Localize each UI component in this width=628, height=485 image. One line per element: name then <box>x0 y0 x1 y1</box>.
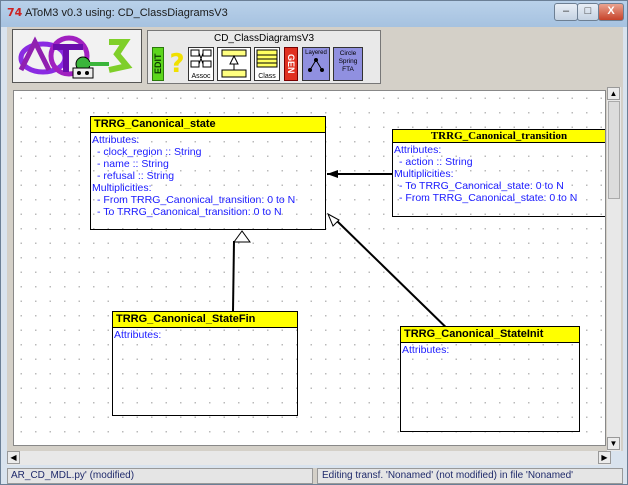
class-button[interactable]: Class <box>254 47 280 81</box>
class-name: TRRG_Canonical_state <box>91 117 325 133</box>
class-trrg-canonical-state[interactable]: TRRG_Canonical_state Attributes: - clock… <box>90 116 326 230</box>
minimize-button[interactable]: – <box>554 3 578 21</box>
association-icon <box>190 49 212 68</box>
atom3-app-icon: 74 <box>7 6 23 19</box>
class-trrg-canonical-statefin[interactable]: TRRG_Canonical_StateFin Attributes: <box>112 311 298 416</box>
gen-button-label: GEN <box>286 54 296 74</box>
toolbar: CD_ClassDiagramsV3 EDIT ? Assoc Class GE… <box>7 27 623 87</box>
atom3-logo-icon <box>18 35 133 79</box>
diagram-area: TRRG_Canonical_state Attributes: - clock… <box>7 87 623 451</box>
tree-layout-icon <box>308 58 324 72</box>
attributes-label: Attributes: <box>394 144 442 156</box>
class-name: TRRG_Canonical_StateInit <box>401 327 579 343</box>
button-panel: CD_ClassDiagramsV3 EDIT ? Assoc Class GE… <box>147 30 381 84</box>
multiplicities-label: Multiplicities: <box>92 182 152 194</box>
title-bar[interactable]: 74 AToM3 v0.3 using: CD_ClassDiagramsV3 … <box>1 1 627 27</box>
attribute-line: - name :: String <box>97 158 169 170</box>
class-trrg-canonical-stateinit[interactable]: TRRG_Canonical_StateInit Attributes: <box>400 326 580 432</box>
statefin-inheritance-line[interactable] <box>232 240 235 312</box>
vertical-scrollbar[interactable]: ▲ ▼ <box>607 87 621 451</box>
gen-button[interactable]: GEN <box>284 47 298 81</box>
attributes-label: Attributes: <box>114 329 162 341</box>
window-title: AToM3 v0.3 using: CD_ClassDiagramsV3 <box>25 7 228 19</box>
class-name: TRRG_Canonical_transition <box>393 130 605 143</box>
app-window: 74 AToM3 v0.3 using: CD_ClassDiagramsV3 … <box>0 0 628 485</box>
vertical-scroll-thumb[interactable] <box>608 101 620 199</box>
status-file: AR_CD_MDL.py' (modified) <box>7 468 313 484</box>
edit-button[interactable]: EDIT <box>152 47 164 81</box>
layered-layout-button[interactable]: Layered <box>302 47 330 81</box>
multiplicity-line: - From TRRG_Canonical_transition: 0 to N <box>97 194 296 206</box>
panel-title: CD_ClassDiagramsV3 <box>213 33 315 44</box>
inheritance-button[interactable] <box>217 47 251 81</box>
inheritance-triangle-icon <box>233 230 251 243</box>
horizontal-scrollbar[interactable]: ◀ ▶ <box>7 451 611 465</box>
atom3-logo[interactable] <box>12 29 142 83</box>
status-editing: Editing transf. 'Nonamed' (not modified)… <box>317 468 623 484</box>
circle-spring-fta-button[interactable]: Circle Spring FTA <box>333 47 363 81</box>
class-trrg-canonical-transition[interactable]: TRRG_Canonical_transition Attributes: - … <box>392 129 605 217</box>
attribute-line: - action :: String <box>399 156 473 168</box>
scroll-down-icon[interactable]: ▼ <box>607 437 620 450</box>
multiplicity-line: - From TRRG_Canonical_state: 0 to N <box>399 192 578 204</box>
multiplicity-line: - To TRRG_Canonical_state: 0 to N <box>399 180 564 192</box>
diagram-canvas[interactable]: TRRG_Canonical_state Attributes: - clock… <box>13 90 606 446</box>
edit-button-label: EDIT <box>153 53 163 75</box>
close-button[interactable]: X <box>598 3 624 21</box>
attribute-line: - clock_region :: String <box>97 146 202 158</box>
multiplicity-line: - To TRRG_Canonical_transition: 0 to N <box>97 206 282 218</box>
circle-button-label: Circle Spring FTA <box>338 50 358 73</box>
status-bar: AR_CD_MDL.py' (modified) Editing transf.… <box>7 468 623 484</box>
attributes-label: Attributes: <box>92 134 140 146</box>
attribute-line: - refusal :: String <box>97 170 175 182</box>
inheritance-icon <box>221 49 247 78</box>
inheritance-triangle-icon <box>326 212 340 227</box>
scroll-up-icon[interactable]: ▲ <box>607 87 620 100</box>
stateinit-inheritance-line[interactable] <box>336 220 462 343</box>
multiplicities-label: Multiplicities: <box>394 168 454 180</box>
attributes-label: Attributes: <box>402 344 450 356</box>
maximize-button[interactable]: □ <box>577 3 599 21</box>
class-name: TRRG_Canonical_StateFin <box>113 312 297 328</box>
scroll-right-icon[interactable]: ▶ <box>598 451 611 464</box>
help-button[interactable]: ? <box>168 47 186 81</box>
class-button-label: Class <box>258 73 276 80</box>
arrow-head-icon <box>327 170 338 178</box>
class-icon <box>256 49 278 68</box>
assoc-button[interactable]: Assoc <box>188 47 214 81</box>
assoc-button-label: Assoc <box>191 73 211 80</box>
scroll-left-icon[interactable]: ◀ <box>7 451 20 464</box>
